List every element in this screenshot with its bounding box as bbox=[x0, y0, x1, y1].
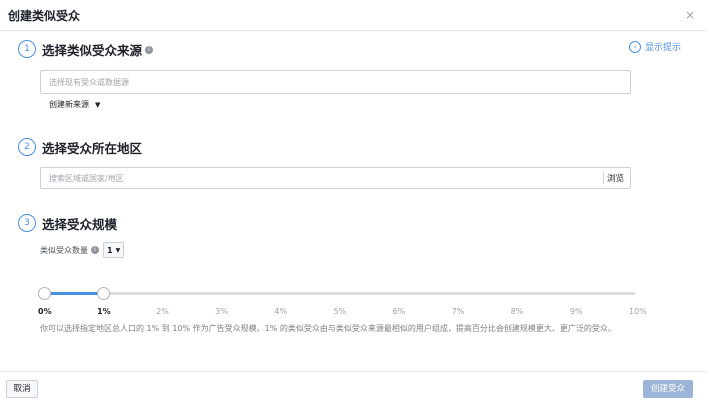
slider-tick-label: 9% bbox=[569, 307, 583, 316]
step-2-title: 选择受众所在地区 bbox=[42, 141, 143, 156]
dialog-header bbox=[0, 0, 707, 31]
show-tips-label: 显示提示 bbox=[645, 43, 682, 53]
caret-down-icon: ▼ bbox=[95, 100, 101, 109]
slider-tick-label: 3% bbox=[215, 307, 228, 316]
lookalike-count-value: 1 bbox=[107, 245, 113, 255]
caret-down-icon: ▼ bbox=[115, 246, 121, 254]
step-3-title: 选择受众规模 bbox=[42, 217, 118, 232]
slider-tick-label: 6% bbox=[392, 307, 406, 316]
slider-tick-label: 5% bbox=[333, 307, 347, 316]
slider-track[interactable] bbox=[44, 292, 635, 295]
slider-tick-label: 0% bbox=[38, 307, 52, 316]
source-input-placeholder: 选择现有受众或数据源 bbox=[49, 78, 129, 87]
create-new-source-label: 创建新来源 bbox=[49, 100, 89, 109]
create-audience-button[interactable]: 创建受众 bbox=[643, 380, 693, 398]
info-icon[interactable]: i bbox=[145, 45, 154, 54]
slider-tick-label: 2% bbox=[156, 307, 169, 316]
info-icon[interactable]: i bbox=[91, 246, 99, 254]
chevron-left-circle-icon: ‹ bbox=[629, 40, 641, 53]
step-3-badge: 3 bbox=[18, 214, 36, 232]
lookalike-count-row: 类似受众数量 i 1 ▼ bbox=[40, 242, 125, 258]
step-1-badge: 1 bbox=[18, 40, 36, 58]
audience-size-description: 你可以选择指定地区总人口的 1% 到 10% 作为广告受众规模。1% 的类似受众… bbox=[40, 324, 616, 333]
source-input[interactable]: 选择现有受众或数据源 bbox=[40, 70, 631, 94]
step-1-title: 选择类似受众来源 bbox=[42, 43, 143, 58]
slider-fill bbox=[44, 292, 104, 295]
show-tips-link[interactable]: ‹ 显示提示 bbox=[629, 40, 681, 53]
slider-tick-label: 1% bbox=[97, 307, 111, 316]
cancel-button[interactable]: 取消 bbox=[6, 380, 38, 398]
location-input-placeholder: 搜索区域或国家/地区 bbox=[49, 174, 124, 183]
create-new-source-dropdown[interactable]: 创建新来源 ▼ bbox=[49, 99, 100, 110]
slider-start-handle[interactable] bbox=[38, 287, 51, 300]
slider-tick-label: 7% bbox=[451, 307, 465, 316]
step-2-badge: 2 bbox=[18, 138, 36, 156]
browse-button[interactable]: 浏览 bbox=[607, 172, 624, 184]
lookalike-count-select[interactable]: 1 ▼ bbox=[103, 242, 125, 258]
dialog-title: 创建类似受众 bbox=[8, 9, 81, 23]
close-icon[interactable]: × bbox=[685, 8, 695, 22]
footer-divider bbox=[0, 371, 707, 372]
browse-divider bbox=[603, 172, 604, 184]
slider-end-handle[interactable] bbox=[97, 287, 111, 300]
step-1-heading: 选择类似受众来源 i bbox=[42, 40, 154, 59]
slider-tick-label: 10% bbox=[629, 307, 647, 316]
lookalike-count-label: 类似受众数量 bbox=[40, 245, 88, 255]
slider-tick-label: 8% bbox=[510, 307, 524, 316]
location-input[interactable]: 搜索区域或国家/地区 浏览 bbox=[40, 167, 631, 189]
slider-tick-label: 4% bbox=[274, 307, 288, 316]
